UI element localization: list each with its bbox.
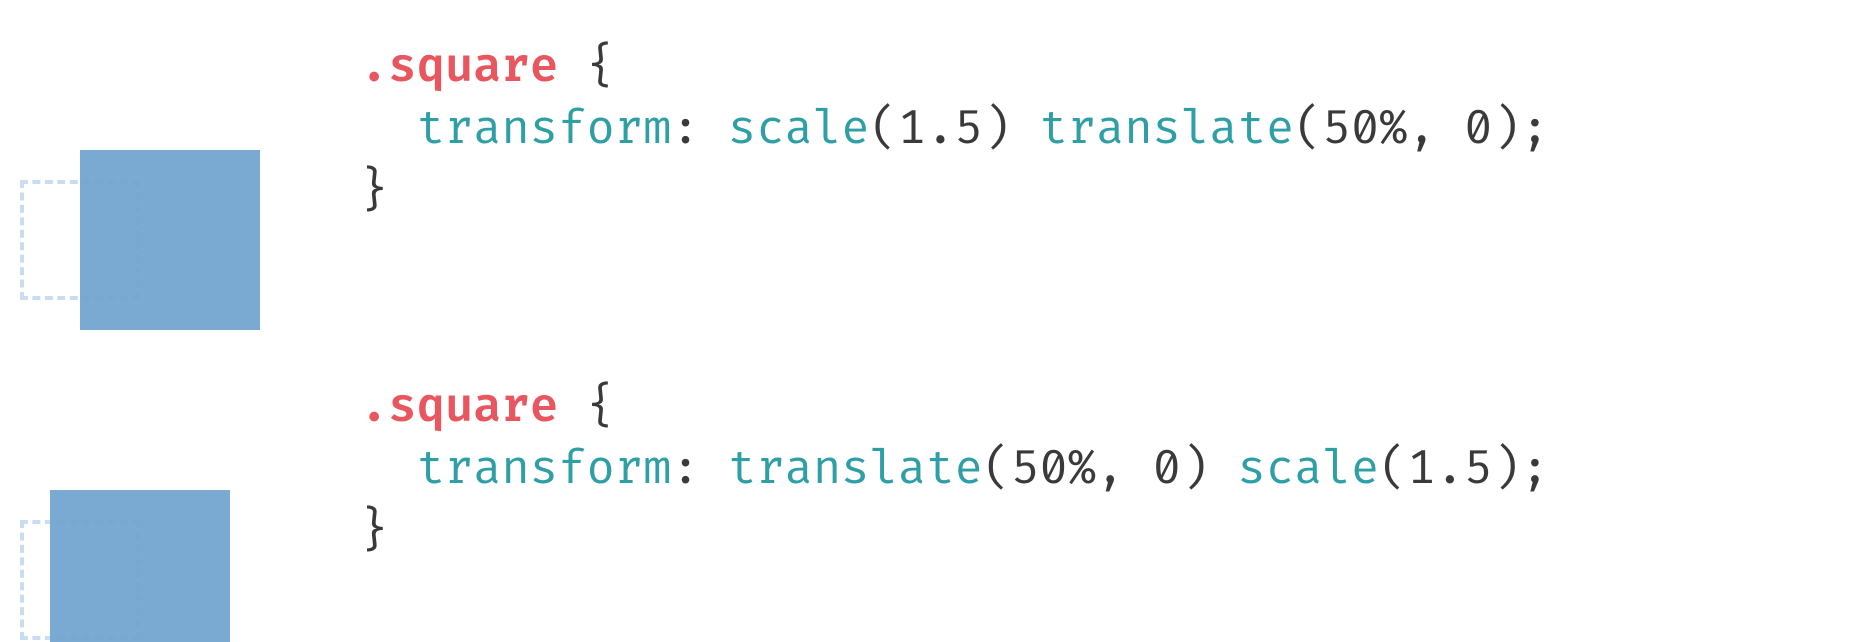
css-property: transform	[417, 102, 672, 158]
open-paren: (	[983, 442, 1011, 498]
close-paren: )	[1492, 442, 1520, 498]
indent	[360, 442, 417, 498]
close-brace: }	[360, 164, 388, 220]
open-paren: (	[1379, 442, 1407, 498]
close-brace: }	[360, 504, 388, 560]
css-function-translate: translate	[1039, 102, 1294, 158]
example-row-2: .square { transform: translate(50%, 0) s…	[0, 340, 1870, 600]
open-brace: {	[558, 40, 615, 96]
css-value: 1.5	[898, 102, 983, 158]
open-brace: {	[558, 380, 615, 436]
css-value: 50%, 0	[1011, 442, 1181, 498]
css-function-scale: scale	[728, 102, 870, 158]
colon: :	[671, 102, 728, 158]
css-property: transform	[417, 442, 672, 498]
colon: :	[671, 442, 728, 498]
close-paren: )	[1492, 102, 1520, 158]
semicolon: ;	[1521, 442, 1549, 498]
indent	[360, 102, 417, 158]
css-value: 1.5	[1407, 442, 1492, 498]
css-selector: .square	[360, 40, 558, 96]
close-paren: )	[1181, 442, 1209, 498]
space	[1011, 102, 1039, 158]
space	[1209, 442, 1237, 498]
open-paren: (	[870, 102, 898, 158]
semicolon: ;	[1521, 102, 1549, 158]
css-function-scale: scale	[1238, 442, 1380, 498]
close-paren: )	[983, 102, 1011, 158]
open-paren: (	[1294, 102, 1322, 158]
css-function-translate: translate	[728, 442, 983, 498]
transformed-square	[50, 490, 230, 642]
example-row-1: .square { transform: scale(1.5) translat…	[0, 0, 1870, 260]
css-value: 50%, 0	[1323, 102, 1493, 158]
transformed-square	[80, 150, 260, 330]
css-selector: .square	[360, 380, 558, 436]
code-snippet-1: .square { transform: scale(1.5) translat…	[360, 37, 1870, 223]
code-snippet-2: .square { transform: translate(50%, 0) s…	[360, 377, 1870, 563]
